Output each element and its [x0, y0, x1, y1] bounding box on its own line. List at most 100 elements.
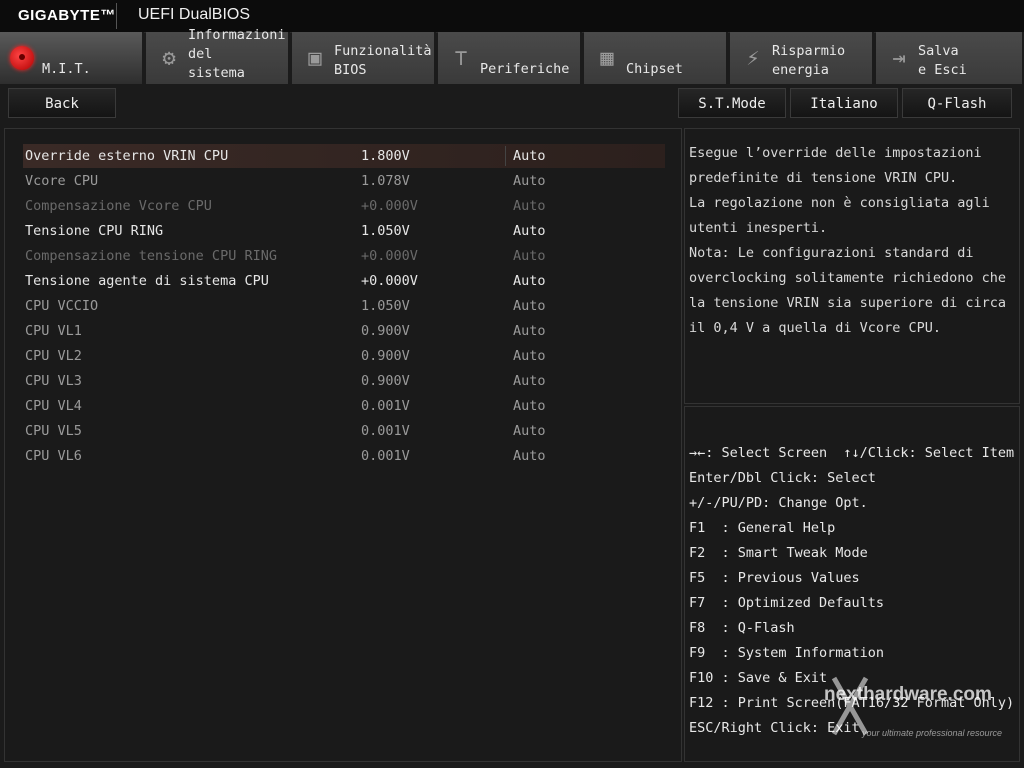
setting-value: +0.000V [361, 273, 418, 289]
qflash-button[interactable]: Q-Flash [902, 88, 1012, 118]
settings-panel: Override esterno VRIN CPU 1.800V Auto Vc… [4, 128, 682, 762]
sub-toolbar: Back S.T.Mode Italiano Q-Flash [0, 84, 1024, 124]
gear-icon: ⚙ [162, 46, 176, 71]
setting-row[interactable]: CPU VL5 0.001V Auto [23, 419, 665, 443]
key-line: Enter/Dbl Click: Select [689, 470, 876, 486]
setting-row[interactable]: Override esterno VRIN CPU 1.800V Auto [23, 144, 665, 168]
tab-label: Chipset [626, 61, 683, 77]
setting-name: CPU VCCIO [25, 298, 99, 314]
setting-option[interactable]: Auto [513, 419, 546, 443]
tab-label: M.I.T. [42, 61, 91, 77]
setting-row[interactable]: CPU VL4 0.001V Auto [23, 394, 665, 418]
back-button[interactable]: Back [8, 88, 116, 118]
help-text: Esegue l’override delle impostazioni pre… [689, 141, 1015, 341]
setting-row[interactable]: CPU VL1 0.900V Auto [23, 319, 665, 343]
main-tabs: M.I.T. ⚙ Informazioni del sistema ▣ Funz… [0, 27, 1024, 84]
brand-logo: GIGABYTE™ [18, 7, 116, 24]
key-line: F8 : Q-Flash [689, 620, 795, 636]
setting-name: CPU VL4 [25, 398, 82, 414]
tab-chipset[interactable]: ▦ Chipset [584, 32, 728, 84]
setting-row[interactable]: CPU VCCIO 1.050V Auto [23, 294, 665, 318]
help-line: la tensione VRIN sia superiore di circa [689, 295, 1006, 311]
setting-name: Override esterno VRIN CPU [25, 148, 229, 164]
exit-icon: ⇥ [892, 46, 906, 71]
tab-label: Funzionalità BIOS [334, 43, 432, 78]
setting-value: +0.000V [361, 198, 418, 214]
setting-name: Compensazione Vcore CPU [25, 198, 212, 214]
setting-row[interactable]: CPU VL6 0.001V Auto [23, 444, 665, 468]
setting-option[interactable]: Auto [513, 219, 546, 243]
tab-bios-features[interactable]: ▣ Funzionalità BIOS [292, 32, 436, 84]
setting-value: 0.001V [361, 398, 410, 414]
key-line: F7 : Optimized Defaults [689, 595, 885, 611]
setting-option[interactable]: Auto [513, 269, 546, 293]
key-line: +/-/PU/PD: Change Opt. [689, 495, 868, 511]
mit-red-icon [10, 46, 34, 70]
setting-row: Compensazione Vcore CPU +0.000V Auto [23, 194, 665, 218]
energy-icon: ⚡ [746, 46, 760, 71]
help-panel: Esegue l’override delle impostazioni pre… [684, 128, 1020, 404]
setting-option[interactable]: Auto [513, 444, 546, 468]
setting-option: Auto [513, 198, 546, 214]
setting-name: CPU VL3 [25, 373, 82, 389]
brand-separator [116, 3, 117, 29]
setting-row[interactable]: Vcore CPU 1.078V Auto [23, 169, 665, 193]
tab-save-exit[interactable]: ⇥ Salva e Esci [876, 32, 1024, 84]
key-line: F9 : System Information [689, 645, 885, 661]
setting-name: Tensione CPU RING [25, 223, 164, 239]
key-line: ESC/Right Click: Exit [689, 720, 860, 736]
setting-option[interactable]: Auto [513, 394, 546, 418]
key-legend: →←: Select Screen ↑↓/Click: Select Item … [689, 441, 1019, 741]
setting-option[interactable]: Auto [513, 369, 546, 393]
setting-value: +0.000V [361, 248, 418, 264]
help-line: Nota: Le configurazioni standard di [689, 245, 974, 261]
setting-row: Compensazione tensione CPU RING +0.000V … [23, 244, 665, 268]
key-line: F10 : Save & Exit [689, 670, 828, 686]
setting-value: 1.050V [361, 223, 410, 239]
chipset-icon: ▦ [600, 46, 614, 71]
setting-option[interactable]: Auto [513, 344, 546, 368]
setting-row[interactable]: CPU VL2 0.900V Auto [23, 344, 665, 368]
setting-name: Vcore CPU [25, 173, 99, 189]
setting-option[interactable]: Auto [513, 144, 546, 168]
key-line: F2 : Smart Tweak Mode [689, 545, 868, 561]
value-separator [505, 146, 506, 166]
key-line: F1 : General Help [689, 520, 836, 536]
tab-label: Salva e Esci [918, 43, 967, 78]
tab-label: Periferiche [480, 61, 570, 77]
help-line: La regolazione non è consigliata agli [689, 195, 990, 211]
help-line: il 0,4 V a quella di Vcore CPU. [689, 320, 941, 336]
connector-icon: ⊤ [454, 46, 468, 71]
language-button[interactable]: Italiano [790, 88, 898, 118]
help-line: overclocking solitamente richiedono che [689, 270, 1006, 286]
setting-value: 0.900V [361, 323, 410, 339]
tab-label: Risparmio energia [772, 43, 846, 78]
setting-row[interactable]: Tensione agente di sistema CPU +0.000V A… [23, 269, 665, 293]
tab-mit[interactable]: M.I.T. [0, 32, 144, 84]
setting-option[interactable]: Auto [513, 169, 546, 193]
help-line: predefinite di tensione VRIN CPU. [689, 170, 958, 186]
key-line: F5 : Previous Values [689, 570, 860, 586]
help-line: utenti inesperti. [689, 220, 828, 236]
setting-name: CPU VL6 [25, 448, 82, 464]
tab-system-info[interactable]: ⚙ Informazioni del sistema [146, 27, 290, 84]
tab-power-management[interactable]: ⚡ Risparmio energia [730, 32, 874, 84]
setting-value: 0.900V [361, 373, 410, 389]
setting-name: Compensazione tensione CPU RING [25, 248, 277, 264]
setting-value: 1.078V [361, 173, 410, 189]
setting-row[interactable]: CPU VL3 0.900V Auto [23, 369, 665, 393]
setting-name: CPU VL5 [25, 423, 82, 439]
setting-row[interactable]: Tensione CPU RING 1.050V Auto [23, 219, 665, 243]
setting-value: 1.050V [361, 298, 410, 314]
setting-option[interactable]: Auto [513, 319, 546, 343]
setting-value: 0.001V [361, 423, 410, 439]
key-line: F12 : Print Screen(FAT16/32 Format Only) [689, 695, 1015, 711]
setting-value: 0.900V [361, 348, 410, 364]
setting-option[interactable]: Auto [513, 294, 546, 318]
setting-name: CPU VL2 [25, 348, 82, 364]
top-bar: GIGABYTE™ UEFI DualBIOS [0, 0, 1024, 33]
tab-peripherals[interactable]: ⊤ Periferiche [438, 32, 582, 84]
st-mode-button[interactable]: S.T.Mode [678, 88, 786, 118]
setting-value: 0.001V [361, 448, 410, 464]
setting-option: Auto [513, 248, 546, 264]
